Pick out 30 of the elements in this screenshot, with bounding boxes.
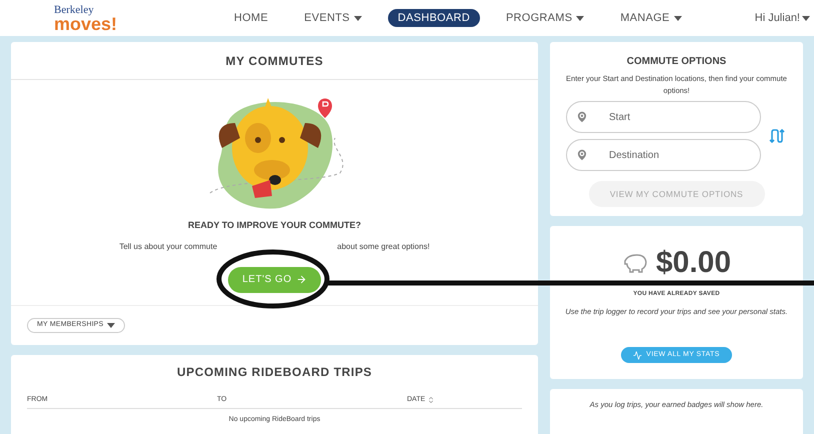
map-pin-icon [575,148,589,162]
swap-icon[interactable] [769,129,785,143]
logo-text: moves! [54,16,118,32]
card-title: MY COMMUTES [226,52,324,70]
map-pin-icon [575,110,589,124]
piggy-bank-icon [622,253,648,273]
caret-icon [354,16,362,20]
card-title: COMMUTE OPTIONS [626,55,726,69]
pulse-icon [633,350,642,360]
location-field[interactable]: Destination [566,139,761,171]
card-title: UPCOMING RIDEBOARD TRIPS [176,364,372,381]
caret-icon [576,16,584,20]
savings-amount: $0.00 [656,248,732,278]
nav-tab[interactable]: HOME [224,9,278,27]
section-heading: READY TO IMPROVE YOUR COMMUTE? [188,219,362,232]
nav-tab[interactable]: EVENTS [294,9,372,27]
nav-tab[interactable]: DASHBOARD [388,9,480,27]
caret-icon [674,16,682,20]
caret-icon [106,323,114,328]
view-options-button: VIEW MY COMMUTE OPTIONS [588,181,764,207]
intro-text: about some great options! [337,240,430,252]
nav-tab[interactable]: MANAGE [610,9,692,27]
nav-tab[interactable]: PROGRAMS [496,9,594,27]
sort-icon [427,396,436,404]
arrow-right-icon [296,274,307,285]
location-field[interactable]: Start [566,101,761,133]
user-menu[interactable]: Hi Julian! [754,10,810,26]
intro-text: Tell us about your commute [119,240,218,252]
caret-icon [802,16,810,20]
logo-text: Berkeley [54,4,95,16]
